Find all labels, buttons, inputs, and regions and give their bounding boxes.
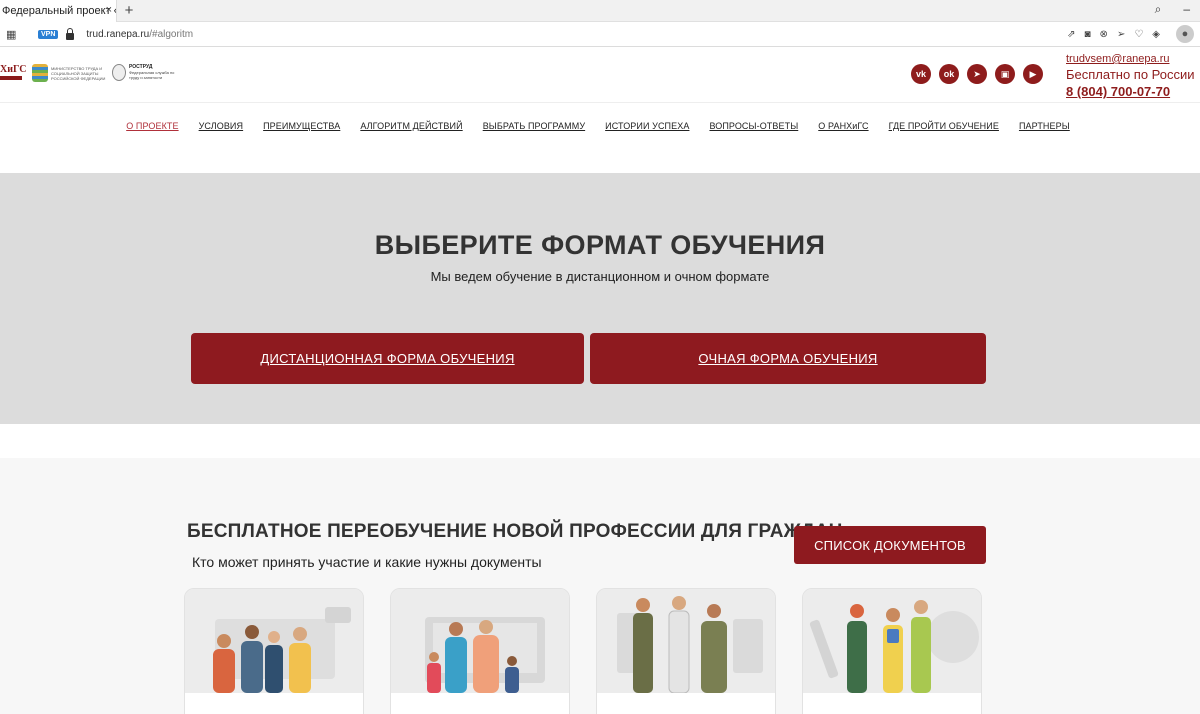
nav-item-choose-program[interactable]: ВЫБРАТЬ ПРОГРАММУ	[483, 121, 585, 173]
vpn-badge[interactable]: VPN	[38, 29, 59, 39]
social-links: vk ok ➤ ▣ ▶	[911, 64, 1043, 84]
close-icon[interactable]: ×	[106, 4, 112, 16]
audience-card[interactable]	[802, 588, 982, 714]
address-bar-tools: ⇗ ◙ ⊗ ➢ ♡ ◈	[1067, 29, 1160, 40]
format-section: ВЫБЕРИТЕ ФОРМАТ ОБУЧЕНИЯ Мы ведем обучен…	[0, 173, 1200, 424]
documents-list-button[interactable]: СПИСОК ДОКУМЕНТОВ	[794, 526, 986, 564]
mintrud-logo-text: МИНИСТЕРСТВО ТРУДА И СОЦИАЛЬНОЙ ЗАЩИТЫ Р…	[51, 65, 106, 81]
card-illustration	[185, 589, 363, 693]
format-title: ВЫБЕРИТЕ ФОРМАТ ОБУЧЕНИЯ	[374, 230, 826, 260]
audience-card[interactable]	[596, 588, 776, 714]
ranepa-logo-bar	[0, 76, 22, 80]
url-host: trud.ranepa.ru	[86, 28, 150, 40]
tab-title: Федеральный проект «Со	[2, 4, 116, 17]
url-path: /#algoritm	[149, 28, 194, 40]
share-icon[interactable]: ⇗	[1067, 29, 1075, 40]
nav-item-algorithm[interactable]: АЛГОРИТМ ДЕЙСТВИЙ	[360, 121, 462, 173]
nav-item-about[interactable]: О ПРОЕКТЕ	[126, 121, 178, 173]
site-header: ХиГС МИНИСТЕРСТВО ТРУДА И СОЦИАЛЬНОЙ ЗАЩ…	[0, 47, 1200, 103]
browser-tab[interactable]: Федеральный проект «Со ×	[0, 0, 117, 22]
rostrud-logo-text: РОСТРУД Федеральная служба по труду и за…	[129, 65, 181, 81]
rostrud-subtitle: Федеральная служба по труду и занятости	[129, 70, 175, 80]
cube-icon[interactable]: ◈	[1152, 29, 1160, 40]
lock-icon[interactable]	[66, 27, 75, 40]
camera-icon[interactable]: ◙	[1085, 29, 1091, 40]
ok-icon[interactable]: ok	[939, 64, 959, 84]
send-icon[interactable]: ➢	[1117, 29, 1125, 40]
new-tab-button[interactable]: +	[119, 2, 139, 19]
remote-format-button[interactable]: ДИСТАНЦИОННАЯ ФОРМА ОБУЧЕНИЯ	[191, 333, 584, 384]
section-spacer	[0, 424, 1200, 458]
nav-item-where-to-study[interactable]: ГДЕ ПРОЙТИ ОБУЧЕНИЕ	[889, 121, 999, 173]
contacts-block: trudvsem@ranepa.ru Бесплатно по России 8…	[1066, 53, 1195, 99]
vk-icon[interactable]: vk	[911, 64, 931, 84]
retraining-section: БЕСПЛАТНОЕ ПЕРЕОБУЧЕНИЕ НОВОЙ ПРОФЕССИИ …	[0, 458, 1200, 714]
phone-link[interactable]: 8 (804) 700-07-70	[1066, 84, 1195, 99]
nav-item-partners[interactable]: ПАРТНЕРЫ	[1019, 121, 1070, 173]
nav-item-conditions[interactable]: УСЛОВИЯ	[199, 121, 244, 173]
audience-card[interactable]	[390, 588, 570, 714]
free-call-label: Бесплатно по России	[1066, 67, 1195, 82]
inperson-format-button[interactable]: ОЧНАЯ ФОРМА ОБУЧЕНИЯ	[590, 333, 986, 384]
card-illustration	[597, 589, 775, 693]
format-subtitle: Мы ведем обучение в дистанционном и очно…	[430, 269, 770, 284]
nav-item-about-ranepa[interactable]: О РАНХиГС	[818, 121, 868, 173]
telegram-icon[interactable]: ➤	[967, 64, 987, 84]
profile-icon[interactable]: ●	[1176, 25, 1194, 43]
mintrud-logo[interactable]: МИНИСТЕРСТВО ТРУДА И СОЦИАЛЬНОЙ ЗАЩИТЫ Р…	[32, 64, 107, 82]
main-nav: О ПРОЕКТЕ УСЛОВИЯ ПРЕИМУЩЕСТВА АЛГОРИТМ …	[0, 103, 1200, 173]
nav-item-advantages[interactable]: ПРЕИМУЩЕСТВА	[263, 121, 340, 173]
block-icon[interactable]: ⊗	[1100, 29, 1108, 40]
url-field[interactable]: trud.ranepa.ru/#algoritm	[86, 29, 193, 40]
search-icon[interactable]: ⌕	[1155, 2, 1162, 17]
email-link[interactable]: trudvsem@ranepa.ru	[1066, 53, 1195, 65]
ranepa-logo[interactable]: ХиГС	[0, 65, 26, 83]
rostrud-logo[interactable]: РОСТРУД Федеральная служба по труду и за…	[112, 64, 181, 81]
window-controls: ⌕ –	[1155, 2, 1190, 17]
browser-tab-bar: Федеральный проект «Со × + ⌕ –	[0, 0, 1200, 22]
youtube-icon[interactable]: ▶	[1023, 64, 1043, 84]
audience-card[interactable]	[184, 588, 364, 714]
speed-dial-icon[interactable]: ▦	[6, 28, 26, 41]
card-illustration	[391, 589, 569, 693]
retraining-subtitle: Кто может принять участие и какие нужны …	[192, 554, 542, 570]
nav-item-success-stories[interactable]: ИСТОРИИ УСПЕХА	[605, 121, 689, 173]
ranepa-logo-text: ХиГС	[0, 64, 27, 75]
minimize-icon[interactable]: –	[1183, 2, 1190, 17]
rutube-icon[interactable]: ▣	[995, 64, 1015, 84]
heart-icon[interactable]: ♡	[1134, 29, 1143, 40]
rostrud-emblem-icon	[112, 64, 126, 81]
address-bar: ▦ VPN trud.ranepa.ru/#algoritm ⇗ ◙ ⊗ ➢ ♡…	[0, 22, 1200, 47]
card-illustration	[803, 589, 981, 693]
nav-item-faq[interactable]: ВОПРОСЫ-ОТВЕТЫ	[709, 121, 798, 173]
retraining-title: БЕСПЛАТНОЕ ПЕРЕОБУЧЕНИЕ НОВОЙ ПРОФЕССИИ …	[187, 521, 843, 542]
mintrud-emblem-icon	[32, 64, 48, 82]
